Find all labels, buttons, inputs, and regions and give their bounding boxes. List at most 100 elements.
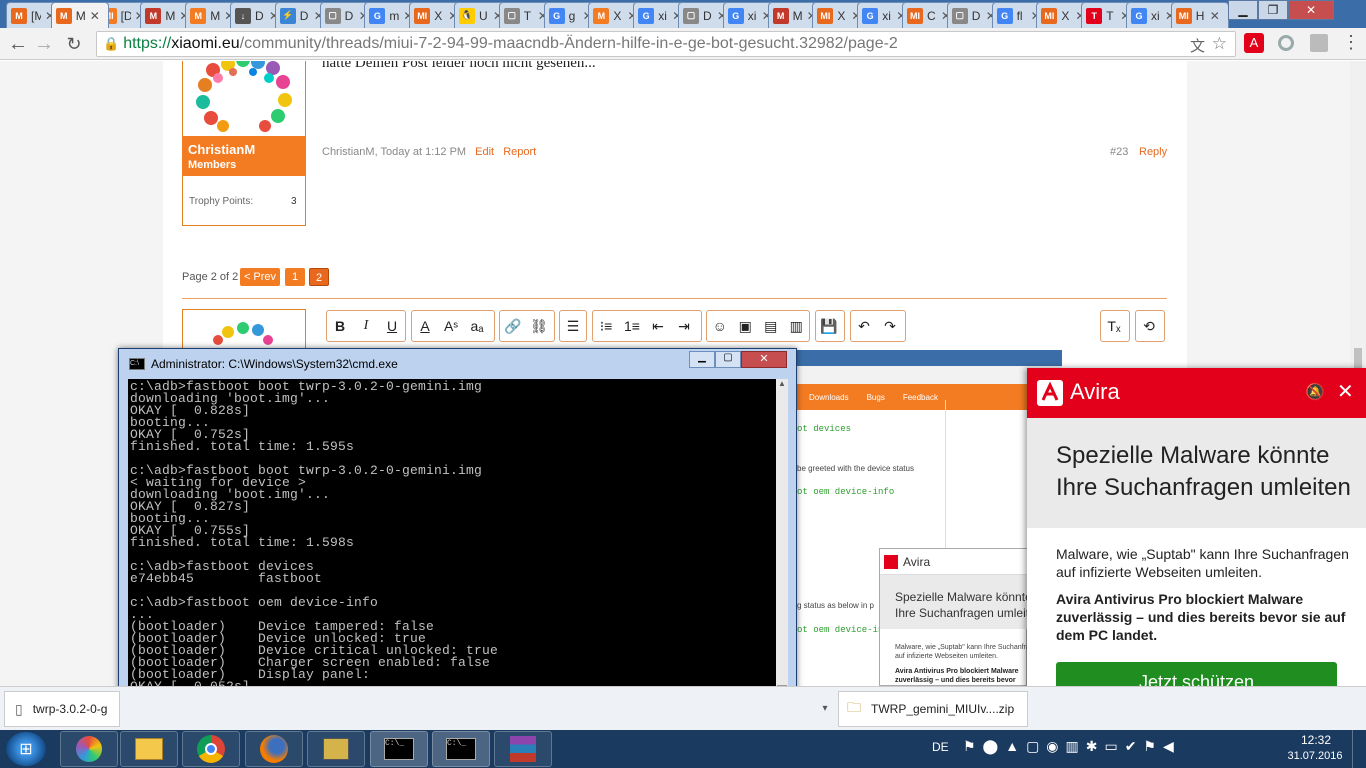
author-role: Members xyxy=(188,159,237,171)
clock-date[interactable]: 31.07.2016 xyxy=(1285,750,1345,762)
taskbar-winrar-icon[interactable] xyxy=(494,731,552,767)
cmd-output: c:\adb>fastboot boot twrp-3.0.2-0-gemini… xyxy=(130,379,499,727)
bg-nav-downloads[interactable]: Downloads xyxy=(809,393,849,402)
italic-icon[interactable]: I xyxy=(353,312,379,340)
taskbar-cmd-icon-1[interactable]: C:\_ xyxy=(370,731,428,767)
tab-title: M xyxy=(165,8,176,23)
bookmark-star-icon[interactable]: ☆ xyxy=(1212,34,1227,54)
edit-link[interactable]: Edit xyxy=(475,146,494,158)
tab-close-icon[interactable]: ✕ xyxy=(90,9,100,23)
indent-icon[interactable]: ⇥ xyxy=(671,312,697,340)
tab-title: M xyxy=(792,8,803,23)
avira-extension-icon[interactable]: A xyxy=(1244,33,1264,53)
cmd-maximize-button[interactable]: ▢ xyxy=(715,351,741,368)
downloads-bar: ▯ twrp-3.0.2-0-g ▾ 🗀 TWRP_gemini_MIUIv..… xyxy=(0,686,1366,731)
cmd-console[interactable]: c:\adb>fastboot boot twrp-3.0.2-0-gemini… xyxy=(128,379,776,727)
forward-icon[interactable]: → xyxy=(32,32,56,56)
cmd-close-button[interactable]: ✕ xyxy=(741,351,787,368)
post-number[interactable]: #23 xyxy=(1110,146,1128,158)
bbcode-toggle-icon[interactable]: ⟲ xyxy=(1136,312,1162,340)
cmd-title: Administrator: C:\Windows\System32\cmd.e… xyxy=(151,357,398,371)
post-text: hatte Deinen Post leider noch nicht gese… xyxy=(322,61,596,71)
tab-title: xi xyxy=(882,8,891,23)
prev-page-button[interactable]: < Prev xyxy=(240,268,280,286)
bullet-list-icon[interactable]: ⁝≡ xyxy=(593,312,619,340)
tab-title: X xyxy=(837,8,846,23)
insert-more-icon[interactable]: ▥ xyxy=(784,312,810,340)
menu-icon[interactable]: ⋮ xyxy=(1342,32,1360,53)
save-draft-icon[interactable]: 💾 xyxy=(816,312,842,340)
scrollbar-thumb[interactable] xyxy=(1354,348,1362,370)
download-options-icon[interactable]: ▾ xyxy=(815,691,835,727)
taskbar-cmd-icon-2[interactable]: C:\_ xyxy=(432,731,490,767)
list-group: ⁝≡ 1≡ ⇤ ⇥ xyxy=(592,310,702,342)
align-left-icon[interactable]: ☰ xyxy=(560,312,586,340)
remove-format-icon[interactable]: Tₓ xyxy=(1101,312,1127,340)
cmd-scrollbar[interactable]: ▲ ▼ xyxy=(776,379,788,727)
taskbar-explorer-icon[interactable] xyxy=(120,731,178,767)
redo-icon[interactable]: ↷ xyxy=(877,312,903,340)
clock-time[interactable]: 12:32 xyxy=(1296,733,1336,747)
trophy-label: Trophy Points: xyxy=(189,196,254,207)
file-icon: ▯ xyxy=(15,700,23,717)
extension-chart-icon[interactable] xyxy=(1310,34,1328,52)
font-group: A Aˢ aₐ xyxy=(411,310,495,342)
extension-icon[interactable] xyxy=(1278,35,1294,51)
cmd-minimize-button[interactable]: ▁ xyxy=(689,351,715,368)
address-bar[interactable]: 🔒 https://xiaomi.eu/community/threads/mi… xyxy=(96,31,1236,57)
tab-favicon-icon: T xyxy=(1086,7,1103,24)
mute-notification-icon[interactable]: 🔕 xyxy=(1305,382,1325,402)
numbered-list-icon[interactable]: 1≡ xyxy=(619,312,645,340)
font-color-icon[interactable]: A xyxy=(412,312,438,340)
show-desktop-button[interactable] xyxy=(1352,730,1366,768)
bg-line-3: ot oem device-info xyxy=(797,487,895,497)
page-2-button[interactable]: 2 xyxy=(309,268,329,286)
font-size-icon[interactable]: Aˢ xyxy=(438,312,464,340)
start-button[interactable]: ⊞ xyxy=(6,732,46,766)
undo-icon[interactable]: ↶ xyxy=(851,312,877,340)
cmd-scroll-up-icon[interactable]: ▲ xyxy=(776,379,788,391)
taskbar-picasa-icon[interactable] xyxy=(60,731,118,767)
tab-favicon-icon: G xyxy=(727,7,744,24)
lock-icon: 🔒 xyxy=(103,36,120,51)
tab-title: U xyxy=(479,8,488,23)
bg-nav-feedback[interactable]: Feedback xyxy=(903,393,938,402)
outdent-icon[interactable]: ⇤ xyxy=(645,312,671,340)
page-1-button[interactable]: 1 xyxy=(285,268,305,286)
post-meta-author: ChristianM, Today at 1:12 PM xyxy=(322,146,467,158)
underline-icon[interactable]: U xyxy=(379,312,405,340)
bold-icon[interactable]: B xyxy=(327,312,353,340)
reply-link[interactable]: Reply xyxy=(1139,146,1167,158)
avira-small-body: Malware, wie „Suptab" kann Ihre Suchanfr… xyxy=(895,644,1042,660)
translate-icon[interactable]: 文 xyxy=(1190,35,1205,56)
link-icon[interactable]: 🔗 xyxy=(500,312,526,340)
tab-favicon-icon: M xyxy=(145,7,162,24)
avira-close-icon[interactable]: ✕ xyxy=(1337,379,1354,404)
minimize-button[interactable]: ▁ xyxy=(1228,0,1258,20)
bg-nav-bugs[interactable]: Bugs xyxy=(867,393,885,402)
maximize-button[interactable]: ❐ xyxy=(1258,0,1288,20)
media-icon[interactable]: ▤ xyxy=(758,312,784,340)
post-meta: ChristianM, Today at 1:12 PM Edit Report xyxy=(322,146,536,158)
reload-icon[interactable]: ↻ xyxy=(62,32,86,56)
report-link[interactable]: Report xyxy=(503,146,536,158)
taskbar-network-tool-icon[interactable] xyxy=(307,731,365,767)
image-icon[interactable]: ▣ xyxy=(733,312,759,340)
author-name[interactable]: ChristianM xyxy=(188,142,306,157)
back-icon[interactable]: ← xyxy=(6,32,30,56)
language-indicator[interactable]: DE xyxy=(932,740,949,754)
format-group: B I U xyxy=(326,310,406,342)
smilie-icon[interactable]: ☺ xyxy=(707,312,733,340)
cmd-titlebar[interactable]: C:\ Administrator: C:\Windows\System32\c… xyxy=(119,349,796,379)
download-item-right[interactable]: 🗀 TWRP_gemini_MIUIv....zip xyxy=(838,691,1028,727)
browser-toolbar: ← → ↻ 🔒 https://xiaomi.eu/community/thre… xyxy=(0,28,1366,60)
font-family-icon[interactable]: aₐ xyxy=(464,312,490,340)
download-item-left[interactable]: ▯ twrp-3.0.2-0-g xyxy=(4,691,120,727)
browser-tab[interactable]: MM ✕ xyxy=(50,2,109,28)
taskbar-chrome-icon[interactable] xyxy=(182,731,240,767)
system-tray-icons[interactable]: ⚑⬤▲▢◉▥✱▭✔⚑◀ xyxy=(963,738,1181,755)
tab-title: C xyxy=(927,8,936,23)
unlink-icon[interactable]: ⛓ xyxy=(526,312,552,340)
taskbar-firefox-icon[interactable] xyxy=(245,731,303,767)
close-button[interactable]: ✕ xyxy=(1288,0,1334,20)
